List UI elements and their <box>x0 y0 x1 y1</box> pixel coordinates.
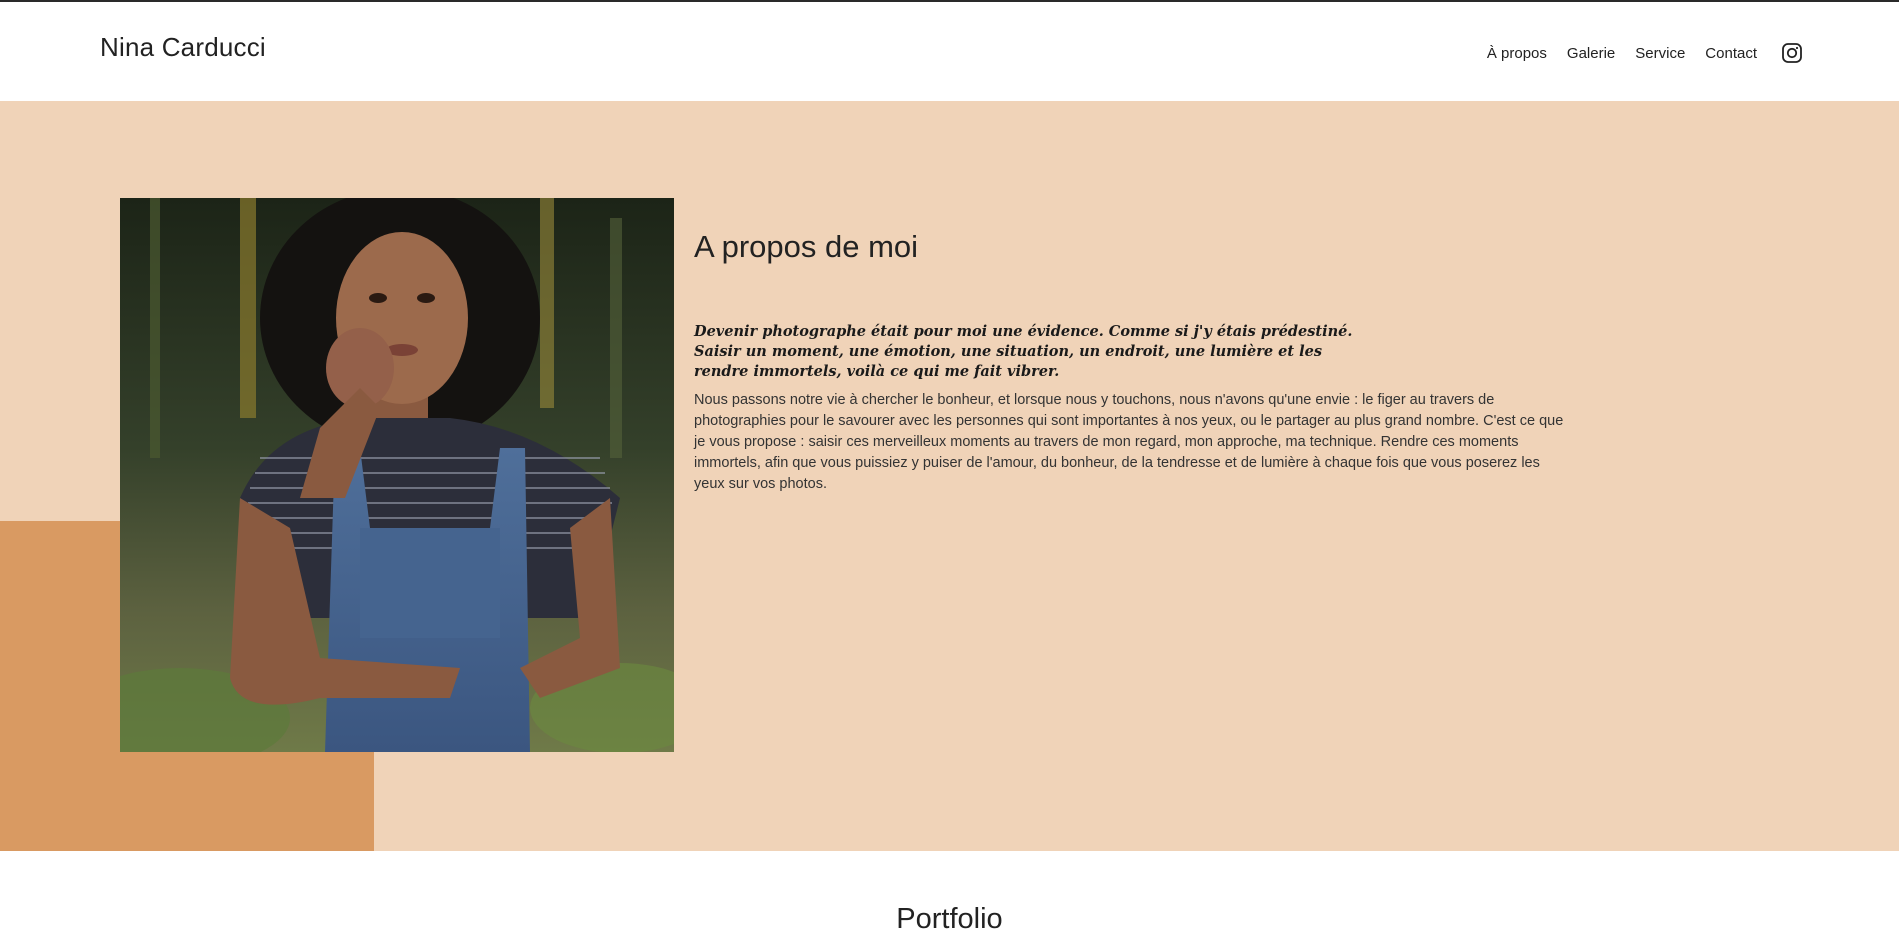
nav-link-about[interactable]: À propos <box>1487 45 1547 62</box>
nav-link-gallery[interactable]: Galerie <box>1567 45 1615 62</box>
main-nav: À propos Galerie Service Contact <box>1487 42 1803 64</box>
nav-link-service[interactable]: Service <box>1635 45 1685 62</box>
nav-link-contact[interactable]: Contact <box>1705 45 1757 62</box>
about-quote: Devenir photographe était pour moi une é… <box>694 323 1353 380</box>
about-body: Nous passons notre vie à chercher le bon… <box>694 392 1564 492</box>
site-title[interactable]: Nina Carducci <box>100 32 266 63</box>
portfolio-title: Portfolio <box>896 903 1003 935</box>
site-header: Nina Carducci À propos Galerie Service C… <box>0 2 1899 101</box>
about-title: A propos de moi <box>694 229 919 264</box>
instagram-icon[interactable] <box>1781 42 1803 64</box>
portrait-photo <box>120 198 674 752</box>
about-section: A propos de moi Devenir photographe étai… <box>0 101 1899 851</box>
